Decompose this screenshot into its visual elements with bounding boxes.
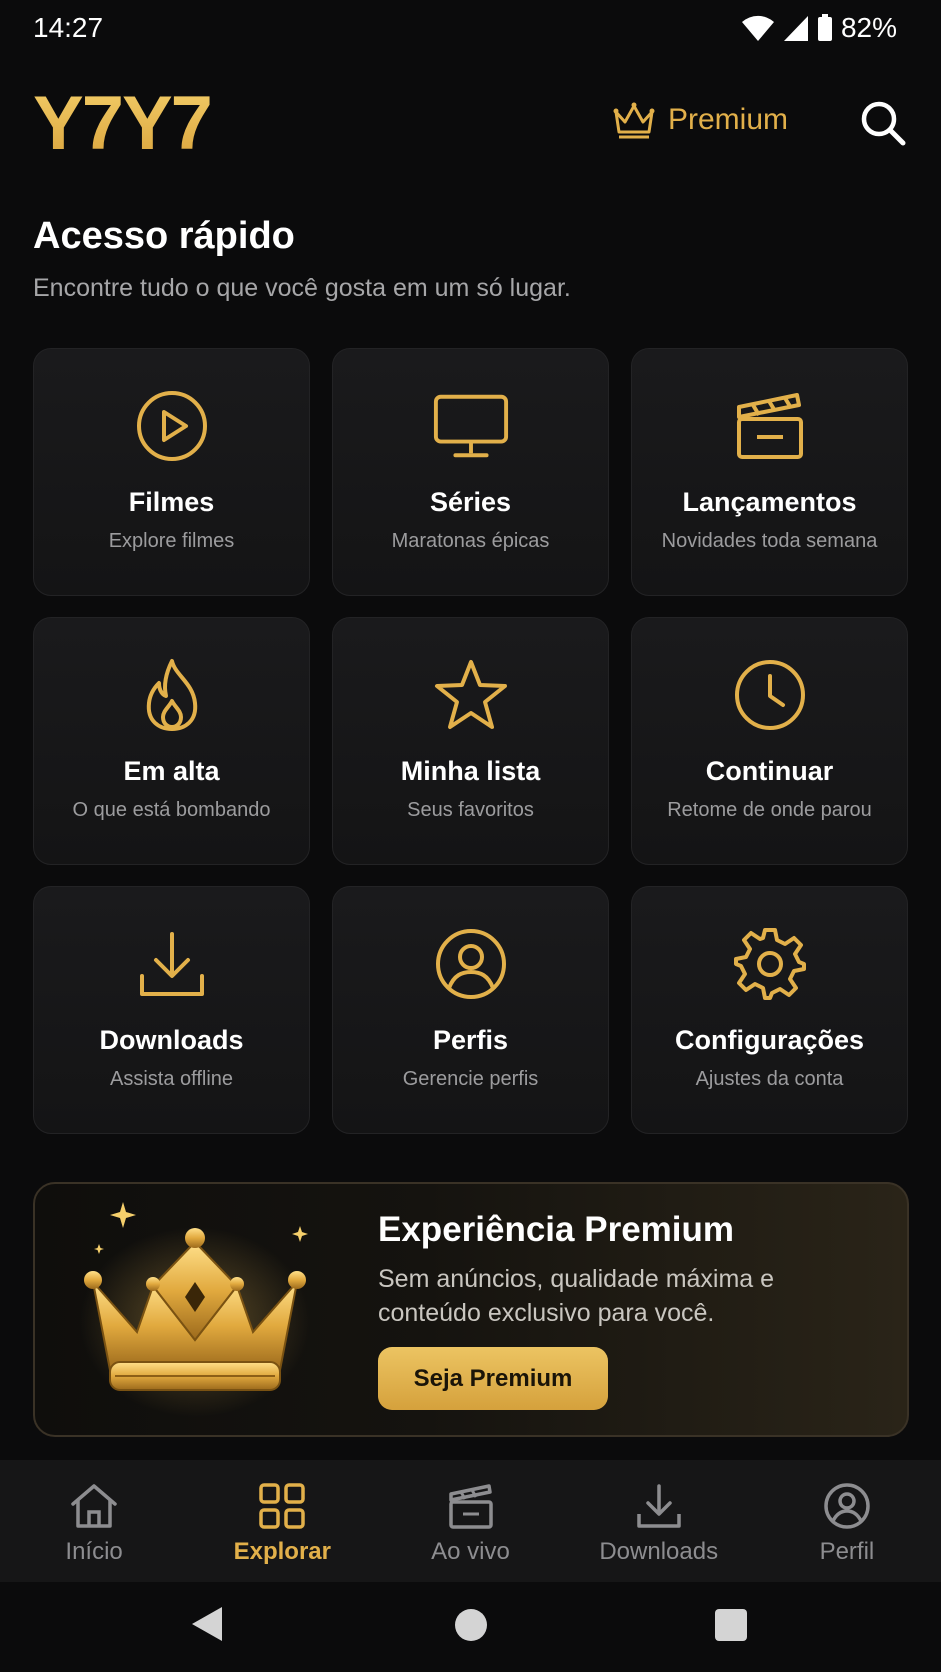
download-icon [133,925,211,1003]
tile-title: Continuar [705,756,834,786]
section-title: Acesso rápido [33,215,295,257]
monitor-icon [432,387,510,465]
tile-minha-lista[interactable]: Minha lista Seus favoritos [332,617,609,865]
signal-icon [783,16,808,41]
status-icons: 82% [741,12,897,44]
tile-title: Configurações [674,1025,865,1055]
nav-item-perfil[interactable]: Perfil [753,1460,941,1582]
tile-perfis[interactable]: Perfis Gerencie perfis [332,886,609,1134]
premium-link[interactable]: Premium [612,100,788,140]
user-circle-icon [824,1483,870,1529]
app-header: Y7Y7 Premium [0,78,941,168]
play-circle-icon [133,387,211,465]
download-icon [636,1484,681,1528]
user-circle-icon [432,925,510,1003]
nav-item-explorar[interactable]: Explorar [188,1460,376,1582]
tile-subtitle: Novidades toda semana [661,530,878,552]
tile-subtitle: Gerencie perfis [402,1068,539,1090]
recents-icon[interactable] [714,1608,748,1642]
battery-level: 82% [840,12,897,43]
clock-icon [731,656,809,734]
section-subtitle: Encontre tudo o que você gosta em um só … [33,274,571,302]
grid-icon [259,1483,306,1529]
wifi-icon [741,15,774,42]
clapperboard-icon [448,1484,493,1529]
tile-title: Séries [429,487,512,517]
tile-subtitle: Retome de onde parou [667,799,872,821]
tile-title: Minha lista [400,756,541,786]
tile-subtitle: O que está bombando [72,799,271,821]
tile-title: Perfis [432,1025,509,1055]
quick-access-grid: Filmes Explore filmes Séries Maratonas é… [33,348,909,1134]
tile-configuracoes[interactable]: Configurações Ajustes da conta [631,886,908,1134]
tile-subtitle: Seus favoritos [407,799,534,821]
tile-subtitle: Ajustes da conta [695,1068,844,1090]
tile-filmes[interactable]: Filmes Explore filmes [33,348,310,596]
flame-icon [133,656,211,734]
nav-item-downloads[interactable]: Downloads [565,1460,753,1582]
battery-icon [817,14,832,41]
status-time: 14:27 [33,12,104,43]
gear-icon [731,925,809,1003]
promo-description: Sem anúncios, qualidade máxima e conteúd… [378,1265,775,1327]
tile-subtitle: Maratonas épicas [391,530,550,552]
status-bar: 14:27 82% [0,0,941,56]
tile-title: Downloads [99,1025,244,1055]
back-icon[interactable] [190,1605,224,1643]
clapperboard-icon [731,387,809,465]
tile-title: Em alta [123,756,220,786]
app-logo[interactable]: Y7Y7 [33,80,213,167]
system-navigation-bar [0,1582,941,1672]
tile-downloads[interactable]: Downloads Assista offline [33,886,310,1134]
tile-series[interactable]: Séries Maratonas épicas [332,348,609,596]
tile-title: Lançamentos [682,487,857,517]
nav-item-inicio[interactable]: Início [0,1460,188,1582]
tile-continuar[interactable]: Continuar Retome de onde parou [631,617,908,865]
nav-label: Ao vivo [431,1538,510,1565]
tile-title: Filmes [128,487,215,517]
nav-label: Início [65,1538,123,1565]
crown-icon [613,102,655,139]
tile-subtitle: Explore filmes [108,530,235,552]
tile-em-alta[interactable]: Em alta O que está bombando [33,617,310,865]
home-button-icon[interactable] [454,1608,488,1642]
star-icon [432,656,510,734]
become-premium-button[interactable]: Seja Premium [378,1347,608,1410]
premium-promo-card: Experiência Premium Sem anúncios, qualid… [33,1182,909,1437]
golden-crown-illustration [80,1202,310,1417]
nav-item-ao-vivo[interactable]: Ao vivo [376,1460,564,1582]
bottom-navigation: Início Explorar Ao vivo Downloads Perfil [0,1460,941,1582]
nav-label: Explorar [233,1538,331,1565]
tile-lancamentos[interactable]: Lançamentos Novidades toda semana [631,348,908,596]
search-icon[interactable] [858,98,908,148]
premium-label: Premium [668,103,789,136]
tile-subtitle: Assista offline [109,1068,234,1090]
nav-label: Perfil [819,1538,875,1565]
home-icon [71,1484,117,1528]
promo-title: Experiência Premium [378,1210,734,1249]
nav-label: Downloads [599,1538,719,1565]
